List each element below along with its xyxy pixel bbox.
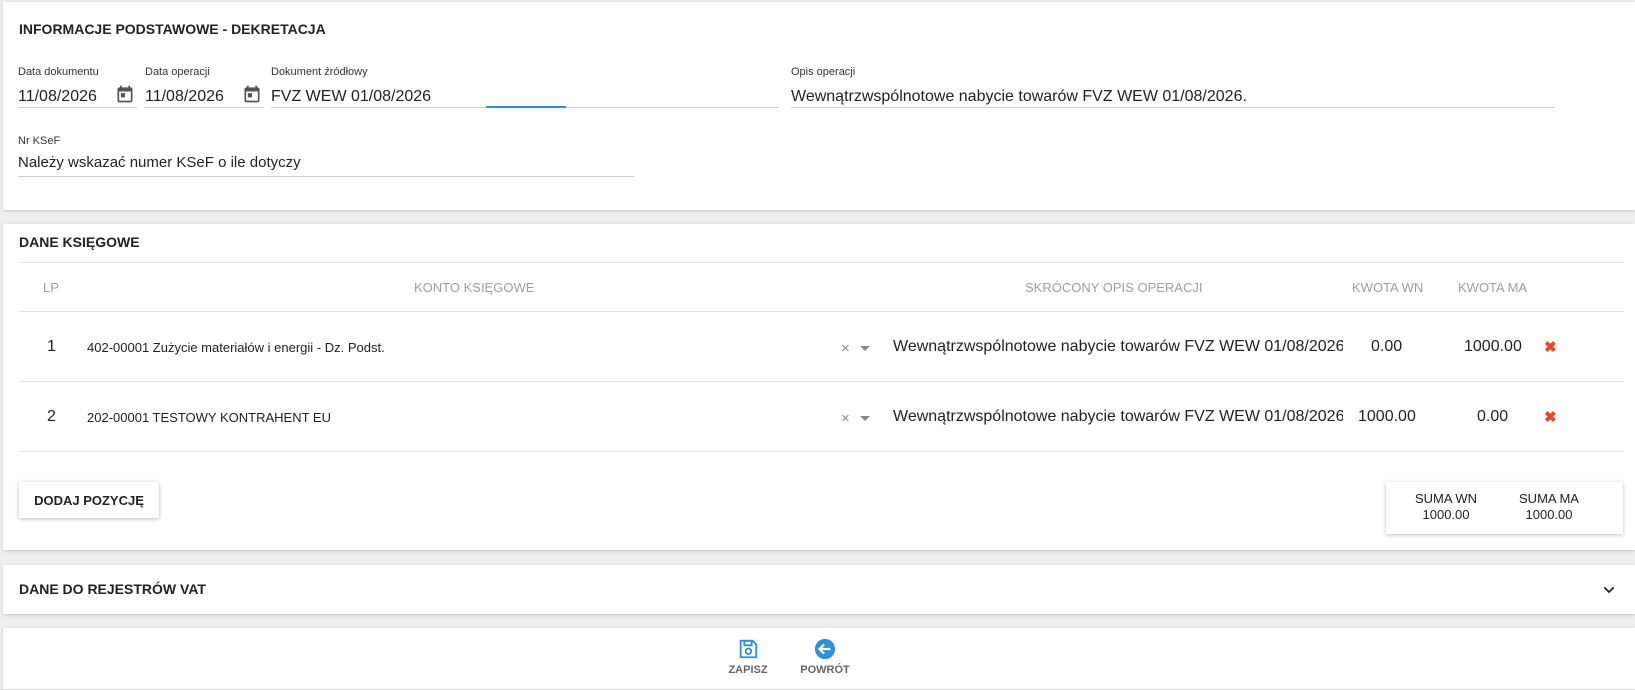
row-desc-input[interactable]: Wewnątrzwspólnotowe nabycie towarów FVZ …	[893, 338, 1343, 356]
delete-row-icon[interactable]: ✖	[1544, 408, 1557, 426]
back-button[interactable]: POWRÓT	[785, 638, 865, 676]
doc-date-input[interactable]: 11/08/2026	[18, 88, 97, 106]
sum-wn-value: 1000.00	[1422, 507, 1470, 522]
doc-date-underline	[18, 107, 137, 108]
back-label: POWRÓT	[800, 664, 850, 676]
row-lp: 1	[47, 338, 56, 355]
op-desc-underline	[791, 107, 1555, 108]
actions-card: ZAPISZ POWRÓT	[3, 628, 1635, 689]
col-header-lp: LP	[43, 280, 59, 295]
col-header-account: KONTO KSIĘGOWE	[414, 280, 535, 295]
vat-title: DANE DO REJESTRÓW VAT	[19, 581, 206, 597]
col-header-ma: KWOTA MA	[1458, 280, 1528, 295]
row-account-select[interactable]: 202-00001 TESTOWY KONTRAHENT EU	[87, 410, 331, 425]
op-date-label: Data operacji	[145, 66, 210, 78]
sum-ma-value: 1000.00	[1525, 507, 1573, 522]
dropdown-caret-icon[interactable]	[860, 416, 870, 421]
delete-row-icon[interactable]: ✖	[1544, 338, 1557, 356]
row-ma-input[interactable]: 1000.00	[1464, 338, 1522, 356]
ksef-underline	[18, 176, 634, 177]
row-account-select[interactable]: 402-00001 Zużycie materiałów i energii -…	[87, 340, 385, 355]
accounting-card: DANE KSIĘGOWE LP KONTO KSIĘGOWE SKRÓCONY…	[3, 224, 1635, 550]
calendar-icon[interactable]	[115, 84, 135, 104]
totals-box: SUMA WN 1000.00 SUMA MA 1000.00	[1386, 482, 1623, 534]
basic-info-card: INFORMACJE PODSTAWOWE - DEKRETACJA Data …	[3, 2, 1635, 210]
ksef-input[interactable]: Należy wskazać numer KSeF o ile dotyczy	[18, 154, 301, 171]
row-lp: 2	[47, 408, 56, 425]
save-icon	[739, 639, 758, 659]
row-desc-input[interactable]: Wewnątrzwspólnotowe nabycie towarów FVZ …	[893, 408, 1343, 426]
chevron-down-icon[interactable]	[1601, 582, 1617, 598]
clear-icon[interactable]: ×	[841, 340, 850, 357]
op-date-underline	[145, 107, 264, 108]
divider	[19, 381, 1624, 382]
basic-info-title: INFORMACJE PODSTAWOWE - DEKRETACJA	[19, 21, 326, 37]
divider	[19, 451, 1624, 452]
op-desc-input[interactable]: Wewnątrzwspólnotowe nabycie towarów FVZ …	[791, 88, 1247, 106]
accounting-title: DANE KSIĘGOWE	[19, 234, 140, 250]
save-label: ZAPISZ	[728, 664, 768, 676]
sum-ma: SUMA MA 1000.00	[1499, 491, 1599, 523]
sum-wn: SUMA WN 1000.00	[1396, 491, 1496, 523]
sum-wn-label: SUMA WN	[1414, 491, 1478, 506]
op-desc-label: Opis operacji	[791, 66, 856, 78]
dropdown-caret-icon[interactable]	[860, 346, 870, 351]
doc-date-label: Data dokumentu	[18, 66, 99, 78]
row-wn-input[interactable]: 1000.00	[1358, 408, 1416, 426]
source-doc-label: Dokument źródłowy	[271, 66, 368, 78]
col-header-desc: SKRÓCONY OPIS OPERACJI	[1025, 280, 1203, 295]
vat-card[interactable]: DANE DO REJESTRÓW VAT	[3, 565, 1635, 614]
back-icon	[814, 638, 836, 660]
source-doc-input[interactable]: FVZ WEW 01/08/2026	[271, 88, 431, 106]
ksef-label: Nr KSeF	[18, 135, 61, 147]
row-wn-input[interactable]: 0.00	[1371, 338, 1402, 356]
row-ma-input[interactable]: 0.00	[1477, 408, 1508, 426]
save-button[interactable]: ZAPISZ	[708, 638, 788, 676]
col-header-wn: KWOTA WN	[1352, 280, 1424, 295]
source-doc-focus-bar	[486, 106, 566, 108]
divider	[19, 311, 1624, 312]
divider	[19, 262, 1624, 263]
add-position-button[interactable]: DODAJ POZYCJĘ	[19, 482, 159, 518]
calendar-icon[interactable]	[242, 84, 262, 104]
clear-icon[interactable]: ×	[841, 410, 850, 427]
op-date-input[interactable]: 11/08/2026	[145, 88, 224, 106]
sum-ma-label: SUMA MA	[1519, 491, 1579, 506]
